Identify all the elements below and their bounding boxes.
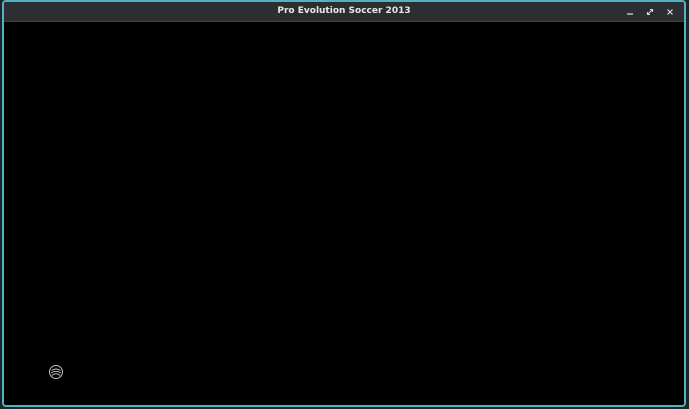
maximize-button[interactable] xyxy=(642,4,658,20)
window-title: Pro Evolution Soccer 2013 xyxy=(277,6,411,16)
window-controls xyxy=(622,2,678,21)
maximize-icon xyxy=(646,8,654,15)
loading-spinner-icon xyxy=(49,365,63,379)
close-icon xyxy=(667,8,673,15)
minimize-icon xyxy=(627,12,633,15)
close-button[interactable] xyxy=(662,4,678,20)
game-viewport[interactable] xyxy=(4,22,684,405)
minimize-button[interactable] xyxy=(622,4,638,20)
title-bar[interactable]: Pro Evolution Soccer 2013 xyxy=(4,2,684,22)
app-window: Pro Evolution Soccer 2013 xyxy=(2,0,686,407)
